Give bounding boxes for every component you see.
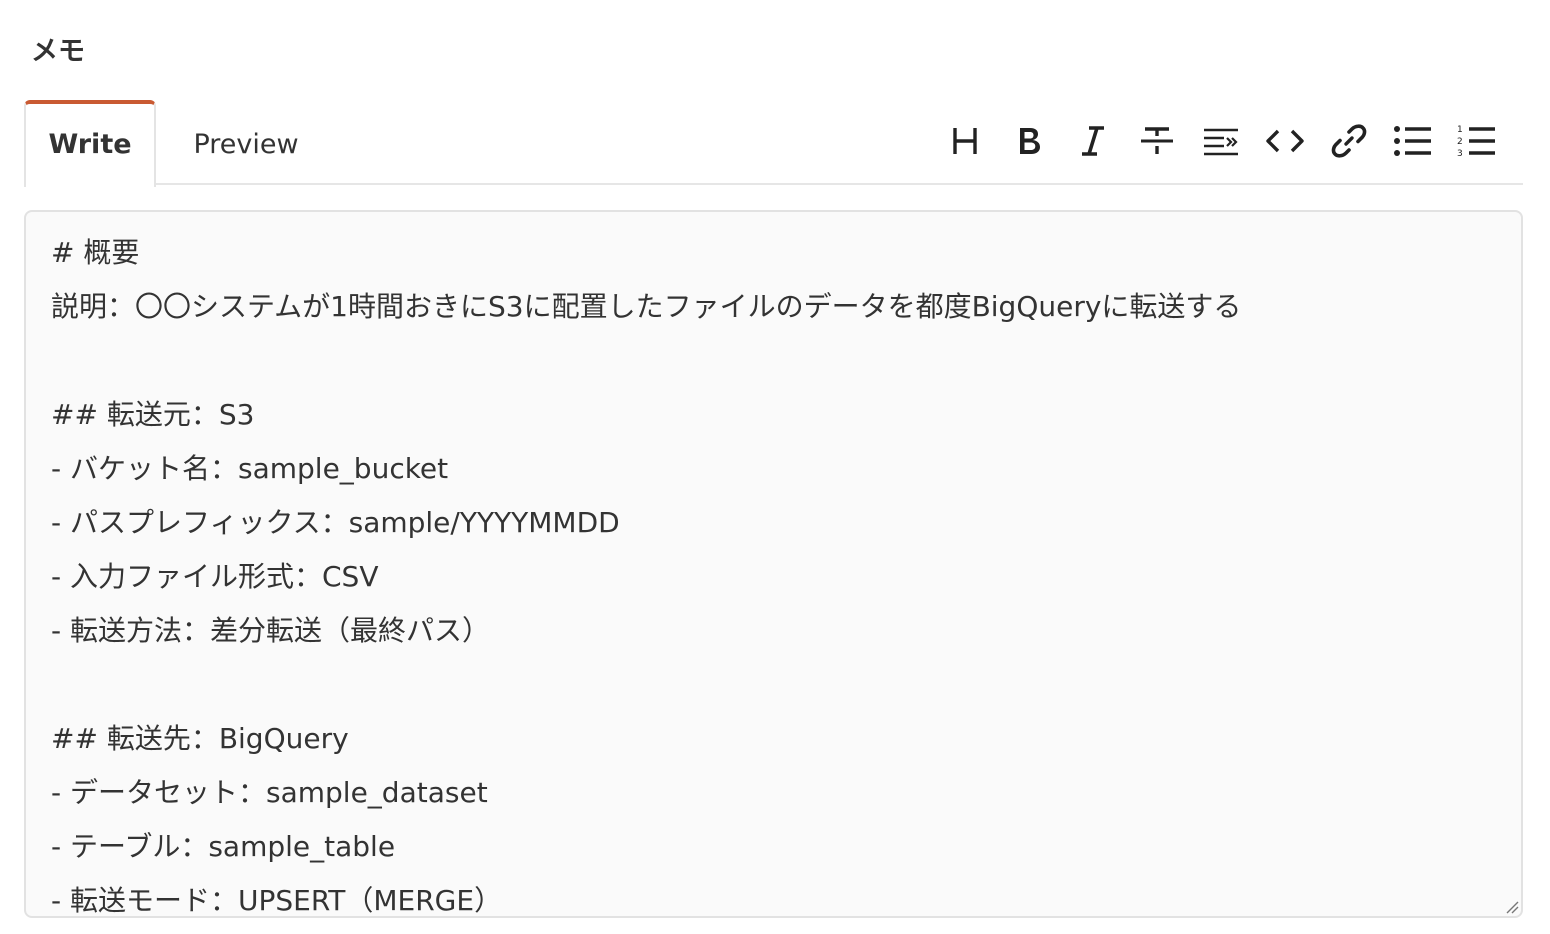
tab-preview[interactable]: Preview <box>166 100 326 185</box>
editor-line: - 入力ファイル形式：CSV <box>51 560 379 593</box>
resize-handle-icon[interactable] <box>1503 898 1519 914</box>
svg-text:1: 1 <box>1457 125 1463 135</box>
quote-button[interactable] <box>1189 111 1253 171</box>
memo-textarea[interactable]: # 概要 説明：〇〇システムが1時間おきにS3に配置したファイルのデータを都度B… <box>24 210 1523 918</box>
editor-line: - パスプレフィックス：sample/YYYYMMDD <box>51 506 620 539</box>
editor-line: # 概要 <box>51 236 140 269</box>
editor-line: - テーブル：sample_table <box>51 830 396 863</box>
bullet-list-icon <box>1394 126 1431 156</box>
quote-icon <box>1204 128 1238 156</box>
svg-text:2: 2 <box>1457 137 1463 147</box>
editor-line: ## 転送元：S3 <box>51 398 255 431</box>
editor-line: - データセット：sample_dataset <box>51 776 488 809</box>
heading-button[interactable] <box>933 111 997 171</box>
numbered-list-button[interactable]: 1 2 3 <box>1445 111 1509 171</box>
heading-icon <box>953 128 977 154</box>
italic-button[interactable] <box>1061 111 1125 171</box>
formatting-toolbar: 1 2 3 <box>933 100 1509 182</box>
editor-line: - バケット名：sample_bucket <box>51 452 449 485</box>
section-title: メモ <box>31 36 85 67</box>
link-button[interactable] <box>1317 111 1381 171</box>
bold-button[interactable] <box>997 111 1061 171</box>
editor-tab-bar: Write Preview 1 2 3 <box>24 100 1523 187</box>
code-icon <box>1266 129 1304 153</box>
strikethrough-icon <box>1141 127 1173 154</box>
editor-line: 説明：〇〇システムが1時間おきにS3に配置したファイルのデータを都度BigQue… <box>51 290 1242 323</box>
italic-icon <box>1082 126 1104 156</box>
code-button[interactable] <box>1253 111 1317 171</box>
svg-text:3: 3 <box>1457 149 1463 159</box>
editor-line: - 転送モード：UPSERT（MERGE） <box>51 884 503 917</box>
editor-line: ## 転送先：BigQuery <box>51 722 349 755</box>
link-icon <box>1331 124 1367 158</box>
tab-write[interactable]: Write <box>24 100 156 187</box>
strikethrough-button[interactable] <box>1125 111 1189 171</box>
bold-icon <box>1020 128 1040 154</box>
bullet-list-button[interactable] <box>1381 111 1445 171</box>
numbered-list-icon: 1 2 3 <box>1457 125 1495 159</box>
editor-line: - 転送方法：差分転送（最終パス） <box>51 614 491 647</box>
